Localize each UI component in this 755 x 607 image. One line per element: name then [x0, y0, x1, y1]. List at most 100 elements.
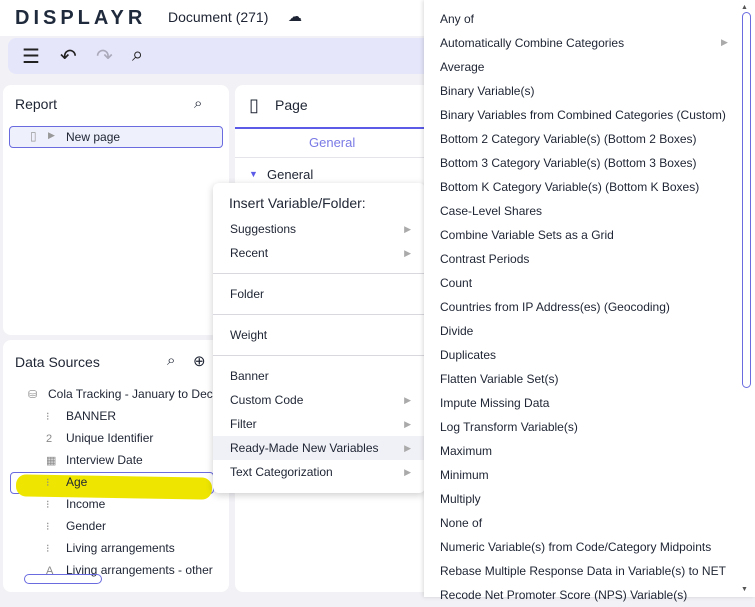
chevron-right-icon: ▶	[404, 419, 411, 429]
variable-label: BANNER	[66, 409, 117, 423]
page-label: New page	[66, 130, 121, 144]
page-icon: ▯	[249, 95, 259, 115]
variable-label: Unique Identifier	[66, 431, 154, 445]
search-icon[interactable]: ⌕	[194, 95, 202, 112]
variable-label: Interview Date	[66, 453, 143, 467]
toolbar: ☰ ↶ ↷ ⌕	[8, 38, 438, 74]
document-title[interactable]: Document (271)	[168, 9, 268, 25]
menu-item-ready-made[interactable]: Ready-Made New Variables ▶	[213, 436, 425, 460]
horizontal-scrollbar[interactable]	[24, 574, 102, 584]
label: Recent	[230, 246, 269, 260]
label: Ready-Made New Variables	[230, 441, 379, 455]
chevron-right-icon: ▶	[404, 224, 411, 234]
insert-variable-menu: Insert Variable/Folder: Suggestions ▶ Rec…	[213, 183, 425, 493]
submenu-item[interactable]: Bottom 2 Category Variable(s) (Bottom 2 …	[440, 127, 697, 151]
label: Folder	[230, 287, 265, 301]
chevron-right-icon: ▶	[721, 37, 728, 47]
expand-icon[interactable]: ▶	[48, 130, 55, 141]
menu-item-custom-code[interactable]: Custom Code ▶	[213, 388, 425, 412]
variable-label: Income	[66, 497, 106, 511]
variable-item[interactable]: ⁝ Gender	[46, 516, 106, 536]
label: Text Categorization	[230, 465, 333, 479]
submenu-item[interactable]: Automatically Combine Categories	[440, 31, 624, 55]
menu-icon[interactable]: ☰	[22, 44, 40, 69]
submenu-item[interactable]: Binary Variables from Combined Categorie…	[440, 103, 726, 127]
submenu-item[interactable]: Flatten Variable Set(s)	[440, 367, 559, 391]
submenu-item[interactable]: Log Transform Variable(s)	[440, 415, 578, 439]
page-panel-title: Page	[275, 97, 308, 113]
submenu-item[interactable]: Recode Net Promoter Score (NPS) Variable…	[440, 583, 687, 607]
variable-type-icon: ⁝	[46, 499, 50, 511]
menu-item-folder[interactable]: Folder	[213, 282, 425, 306]
variable-type-icon: ▦	[46, 455, 57, 467]
dataset-item[interactable]: ⛁ Cola Tracking - January to Dec	[28, 384, 213, 404]
menu-item-recent[interactable]: Recent ▶	[213, 241, 425, 265]
submenu-item[interactable]: Binary Variable(s)	[440, 79, 534, 103]
submenu-item[interactable]: Any of	[440, 7, 474, 31]
submenu-item[interactable]: Average	[440, 55, 484, 79]
menu-item-text-categorization[interactable]: Text Categorization ▶	[213, 460, 425, 484]
undo-icon[interactable]: ↶	[60, 44, 77, 69]
variable-type-icon: ⁝	[46, 543, 50, 555]
chevron-right-icon: ▶	[404, 467, 411, 477]
submenu-item[interactable]: Multiply	[440, 487, 481, 511]
displayr-logo[interactable]: DISPLAYR	[15, 7, 146, 30]
submenu-item[interactable]: Case-Level Shares	[440, 199, 542, 223]
variable-label: Living arrangements	[66, 541, 175, 555]
submenu-item[interactable]: Bottom 3 Category Variable(s) (Bottom 3 …	[440, 151, 697, 175]
submenu-item[interactable]: Maximum	[440, 439, 492, 463]
section-general[interactable]: General	[267, 167, 313, 182]
variable-label: Age	[66, 475, 88, 489]
submenu-item[interactable]: Rebase Multiple Response Data in Variabl…	[440, 559, 726, 583]
variable-label: Gender	[66, 519, 107, 533]
menu-item-weight[interactable]: Weight	[213, 323, 425, 347]
scroll-down-icon[interactable]: ▼	[741, 586, 748, 593]
menu-title: Insert Variable/Folder:	[229, 195, 366, 211]
submenu-item[interactable]: Combine Variable Sets as a Grid	[440, 223, 614, 247]
variable-item[interactable]: ▦ Interview Date	[46, 450, 143, 470]
label: Banner	[230, 369, 269, 383]
variable-item[interactable]: 2 Unique Identifier	[46, 428, 153, 448]
submenu-item[interactable]: Minimum	[440, 463, 489, 487]
submenu-item[interactable]: Countries from IP Address(es) (Geocoding…	[440, 295, 670, 319]
menu-item-suggestions[interactable]: Suggestions ▶	[213, 217, 425, 241]
search-icon[interactable]: ⌕	[167, 352, 175, 369]
variable-item[interactable]: ⁝ Living arrangements	[46, 538, 175, 558]
label: Custom Code	[230, 393, 304, 407]
submenu-item[interactable]: Duplicates	[440, 343, 496, 367]
database-icon: ⛁	[28, 389, 38, 401]
submenu-item[interactable]: None of	[440, 511, 482, 535]
report-page-item[interactable]: ▯ ▶ New page	[9, 126, 223, 148]
variable-item[interactable]: ⁝ Age	[46, 472, 87, 492]
submenu-item[interactable]: Count	[440, 271, 472, 295]
submenu-item[interactable]: Numeric Variable(s) from Code/Category M…	[440, 535, 711, 559]
tab-general[interactable]: General	[309, 135, 355, 150]
submenu-item[interactable]: Impute Missing Data	[440, 391, 549, 415]
variable-item[interactable]: ⁝ Income	[46, 494, 105, 514]
scroll-up-icon[interactable]: ▲	[741, 4, 748, 11]
report-panel: Report ⌕	[3, 85, 229, 335]
add-icon[interactable]: ⊕	[193, 352, 206, 370]
collapse-icon[interactable]: ▼	[249, 169, 258, 179]
variable-item[interactable]: ⁝ BANNER	[46, 406, 116, 426]
variable-type-icon: 2	[46, 433, 53, 445]
search-icon[interactable]: ⌕	[132, 44, 143, 67]
data-sources-title: Data Sources	[15, 354, 100, 370]
redo-icon[interactable]: ↷	[96, 44, 113, 69]
chevron-right-icon: ▶	[404, 443, 411, 453]
report-title: Report	[15, 96, 58, 112]
submenu-item[interactable]: Bottom K Category Variable(s) (Bottom K …	[440, 175, 699, 199]
submenu-item[interactable]: Divide	[440, 319, 473, 343]
chevron-right-icon: ▶	[404, 395, 411, 405]
chevron-right-icon: ▶	[404, 248, 411, 258]
page-icon: ▯	[30, 129, 37, 143]
dataset-label: Cola Tracking - January to Dec	[48, 387, 213, 401]
ready-made-submenu: Any of Automatically Combine Categories ▶ A…	[424, 0, 755, 602]
label: Filter	[230, 417, 257, 431]
menu-item-banner[interactable]: Banner	[213, 364, 425, 388]
submenu-item[interactable]: Contrast Periods	[440, 247, 529, 271]
submenu-scrollbar[interactable]	[742, 12, 751, 388]
label: Suggestions	[230, 222, 297, 236]
variable-type-icon: ⁝	[46, 521, 50, 533]
menu-item-filter[interactable]: Filter ▶	[213, 412, 425, 436]
